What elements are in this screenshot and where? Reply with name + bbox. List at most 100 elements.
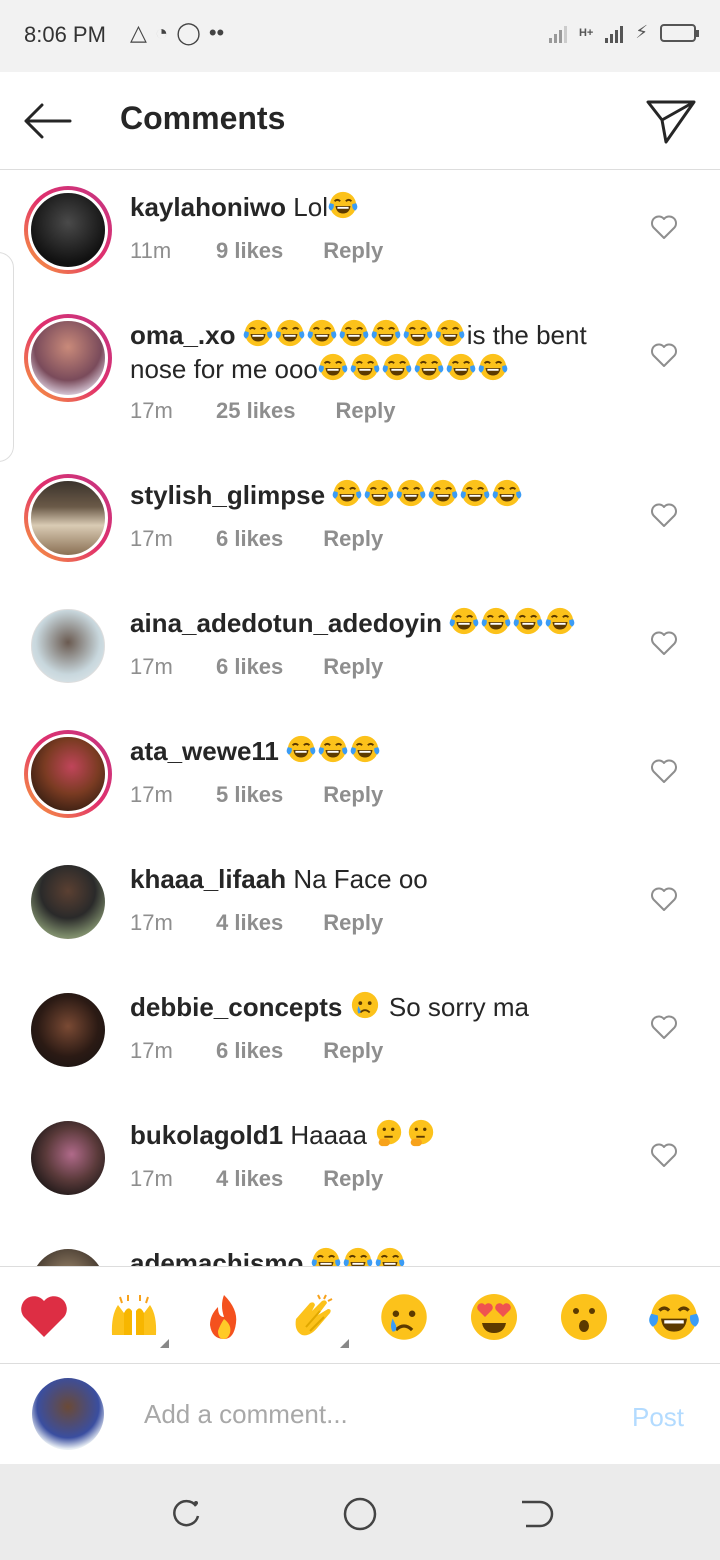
tears-of-joy-icon [332,478,362,508]
avatar[interactable] [24,602,112,690]
post-button[interactable]: Post [632,1402,684,1433]
comment-time: 11m [130,238,172,263]
alert-icon: △ [130,20,147,45]
page-title: Comments [120,100,286,136]
comment-body: Lol [293,192,328,222]
tears-of-joy-icon [396,478,426,508]
status-bar: 8:06 PM △ ◔ ◯ •• H+ ⚡ [0,0,720,72]
reply-button[interactable]: Reply [323,1038,383,1064]
like-heart-icon[interactable] [650,1142,678,1168]
more-variants-indicator [340,1339,349,1348]
like-heart-icon[interactable] [650,1014,678,1040]
reply-button[interactable]: Reply [323,1166,383,1192]
charging-icon: ⚡ [635,22,648,42]
comment-likes[interactable]: 6 likes [216,526,283,552]
heart-eyes-icon[interactable] [468,1291,520,1343]
tears-of-joy-icon [307,318,337,348]
recent-apps-icon[interactable] [166,1494,206,1534]
comment-username[interactable]: kaylahoniwo [130,192,286,222]
fire-icon[interactable] [198,1291,250,1343]
comment-username[interactable]: oma_.xo [130,320,236,350]
comment-body: Haaaa [290,1120,367,1150]
tears-of-joy-icon [275,318,305,348]
more-variants-indicator [160,1339,169,1348]
reply-button[interactable]: Reply [336,398,396,424]
back-arrow-icon[interactable] [20,96,74,146]
tears-of-joy-icon [371,318,401,348]
tears-of-joy-icon [318,352,348,382]
comment-username[interactable]: aina_adedotun_adedoyin [130,608,442,638]
avatar[interactable] [24,314,112,402]
comment-likes[interactable]: 25 likes [216,398,296,424]
tears-of-joy-icon [513,606,543,636]
like-heart-icon[interactable] [650,630,678,656]
avatar[interactable] [24,1114,112,1202]
astonished-face-icon[interactable] [558,1291,610,1343]
tears-of-joy-icon [403,318,433,348]
comment-username[interactable]: stylish_glimpse [130,480,325,510]
like-heart-icon[interactable] [650,758,678,784]
edge-panel-handle[interactable] [0,252,14,462]
back-icon[interactable] [514,1494,554,1534]
comment-username[interactable]: ademachismo [130,1248,303,1266]
comment-item: ademachismo [0,1242,720,1266]
reply-button[interactable]: Reply [323,910,383,936]
tears-of-joy-icon[interactable] [648,1291,700,1343]
thinking-face-icon [374,1118,404,1148]
like-heart-icon[interactable] [650,214,678,240]
comment-likes[interactable]: 6 likes [216,1038,283,1064]
comment-likes[interactable]: 4 likes [216,910,283,936]
comment-likes[interactable]: 4 likes [216,1166,283,1192]
tears-of-joy-icon [343,1246,373,1266]
red-heart-icon[interactable] [18,1291,70,1343]
comment-likes[interactable]: 9 likes [216,238,283,264]
direct-send-icon[interactable] [644,94,698,148]
avatar[interactable] [24,474,112,562]
tears-of-joy-icon [350,734,380,764]
like-heart-icon[interactable] [650,886,678,912]
comment-likes[interactable]: 6 likes [216,654,283,680]
tears-of-joy-icon [460,478,490,508]
signal-2-icon [605,23,624,43]
like-heart-icon[interactable] [650,502,678,528]
like-heart-icon[interactable] [650,342,678,368]
reply-button[interactable]: Reply [323,654,383,680]
comment-username[interactable]: debbie_concepts [130,992,342,1022]
comment-composer: Post [0,1364,720,1464]
reply-button[interactable]: Reply [323,526,383,552]
avatar[interactable] [24,730,112,818]
avatar[interactable] [24,1242,112,1266]
network-type: H+ [578,26,594,39]
comment-body: So sorry ma [388,992,530,1022]
home-icon[interactable] [340,1494,380,1534]
battery-icon [660,23,699,42]
avatar[interactable] [24,858,112,946]
comment-input[interactable] [144,1394,564,1434]
tears-of-joy-icon [492,478,522,508]
clapping-hands-icon[interactable] [288,1291,340,1343]
avatar[interactable] [24,186,112,274]
notification-icons: △ ◔ ◯ •• [130,20,224,46]
tears-of-joy-icon [478,352,508,382]
comment-time: 17m [130,1038,173,1063]
tears-of-joy-icon [350,352,380,382]
tears-of-joy-icon [382,352,412,382]
thinking-face-icon [406,1118,436,1148]
crying-face-icon[interactable] [378,1291,430,1343]
comment-username[interactable]: bukolagold1 [130,1120,283,1150]
tears-of-joy-icon [545,606,575,636]
tears-of-joy-icon [318,734,348,764]
quick-emoji-bar [0,1266,720,1364]
reply-button[interactable]: Reply [323,782,383,808]
avatar[interactable] [24,986,112,1074]
tears-of-joy-icon [328,190,358,220]
app-icon: ◔ [154,20,169,45]
comment-likes[interactable]: 5 likes [216,782,283,808]
tears-of-joy-icon [481,606,511,636]
header: Comments [0,72,720,170]
crying-face-icon [350,990,380,1020]
raising-hands-icon[interactable] [108,1291,160,1343]
reply-button[interactable]: Reply [323,238,383,264]
comment-username[interactable]: khaaa_lifaah [130,864,286,894]
comment-username[interactable]: ata_wewe11 [130,736,279,766]
